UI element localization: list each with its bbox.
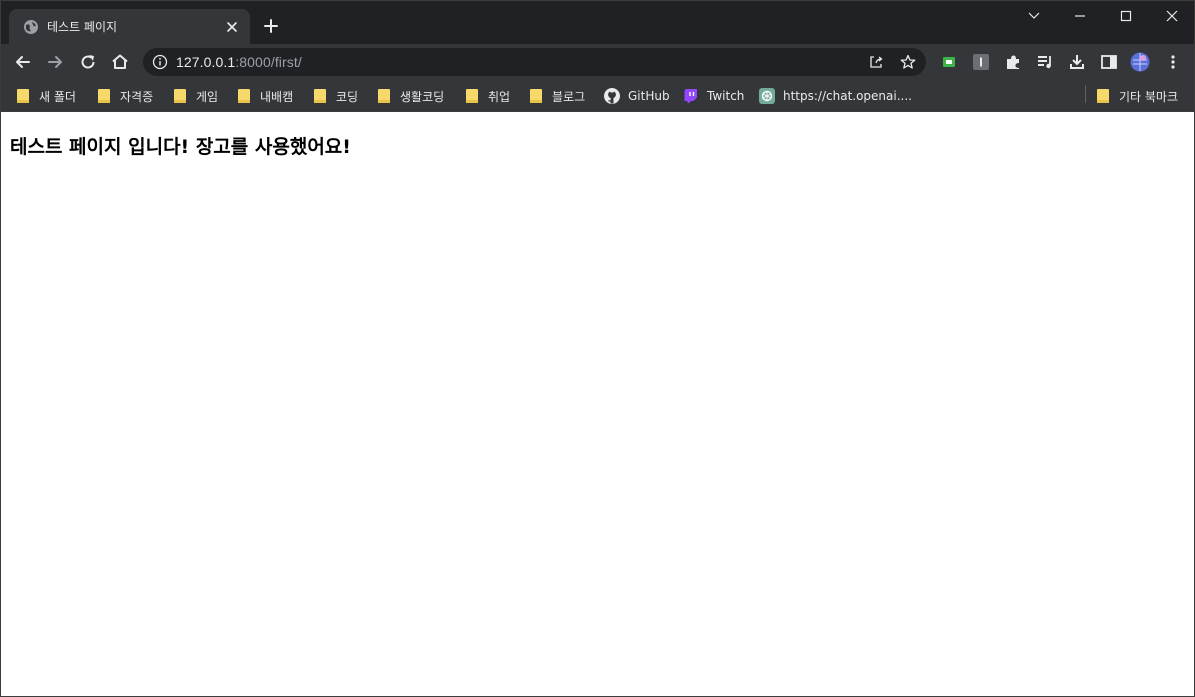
bookmark-item[interactable]: 게임: [172, 86, 218, 106]
site-info-icon[interactable]: [152, 54, 168, 70]
bookmark-item[interactable]: 코딩: [312, 86, 358, 106]
bookmark-star-icon[interactable]: [900, 54, 916, 70]
browser-window: 테스트 페이지 127.0.0.1:8000/first/ 새 폴더 자격증 게…: [0, 0, 1195, 697]
reload-icon[interactable]: [78, 52, 98, 72]
tab-title: 테스트 페이지: [47, 20, 118, 34]
folder-icon: [376, 88, 392, 104]
tab-search-icon[interactable]: [1011, 1, 1057, 31]
bookmark-item-twitch[interactable]: Twitch: [683, 86, 744, 106]
bookmark-label: 새 폴더: [39, 89, 76, 104]
forward-icon[interactable]: [45, 52, 65, 72]
bookmark-item[interactable]: 취업: [464, 86, 510, 106]
side-panel-icon[interactable]: [1099, 52, 1119, 72]
folder-icon: [312, 88, 328, 104]
toolbar: 127.0.0.1:8000/first/: [1, 44, 1194, 80]
bookmark-item-openai[interactable]: https://chat.openai....: [759, 86, 912, 106]
tab-strip: 테스트 페이지: [1, 1, 1194, 44]
bookmark-label: https://chat.openai....: [783, 89, 912, 103]
address-bar[interactable]: 127.0.0.1:8000/first/: [143, 48, 926, 76]
url-text: 127.0.0.1:8000/first/: [176, 54, 302, 70]
github-icon: [604, 88, 620, 104]
globe-icon: [23, 19, 39, 35]
bookmark-item[interactable]: 새 폴더: [15, 86, 76, 106]
new-tab-icon[interactable]: [262, 17, 280, 35]
page-viewport: 테스트 페이지 입니다! 장고를 사용했어요!: [1, 112, 1194, 696]
folder-icon: [464, 88, 480, 104]
openai-icon: [759, 88, 775, 104]
folder-icon: [528, 88, 544, 104]
profile-avatar-icon[interactable]: [1130, 52, 1150, 72]
url-host: 127.0.0.1: [176, 54, 236, 70]
bookmark-label: GitHub: [628, 89, 670, 103]
home-icon[interactable]: [110, 52, 130, 72]
reading-list-icon[interactable]: [1035, 52, 1055, 72]
close-window-icon[interactable]: [1149, 1, 1194, 31]
minimize-icon[interactable]: [1057, 1, 1103, 31]
twitch-icon: [683, 88, 699, 104]
bookmark-label: 코딩: [336, 89, 359, 104]
bookmark-item[interactable]: 자격증: [96, 86, 153, 106]
folder-icon: [172, 88, 188, 104]
maximize-icon[interactable]: [1103, 1, 1149, 31]
bookmarks-divider: [1085, 85, 1086, 103]
extension-i-icon[interactable]: [971, 52, 991, 72]
bookmark-label: 생활코딩: [400, 89, 445, 104]
bookmark-item-github[interactable]: GitHub: [604, 86, 670, 106]
menu-more-icon[interactable]: [1163, 52, 1183, 72]
bookmark-label: 자격증: [120, 89, 154, 104]
folder-icon: [96, 88, 112, 104]
close-tab-icon[interactable]: [223, 18, 241, 36]
url-path: :8000/first/: [235, 54, 302, 70]
back-icon[interactable]: [13, 52, 33, 72]
tab-active[interactable]: 테스트 페이지: [9, 9, 250, 44]
bookmark-label: 블로그: [552, 89, 586, 104]
bookmark-label: 기타 북마크: [1119, 89, 1179, 104]
share-icon[interactable]: [868, 54, 884, 70]
download-icon[interactable]: [1067, 52, 1087, 72]
page-heading: 테스트 페이지 입니다! 장고를 사용했어요!: [10, 136, 351, 158]
bookmark-label: 게임: [196, 89, 219, 104]
other-bookmarks[interactable]: 기타 북마크: [1095, 86, 1178, 106]
bookmark-label: Twitch: [707, 89, 745, 103]
bookmark-label: 취업: [488, 89, 511, 104]
extensions-puzzle-icon[interactable]: [1003, 52, 1023, 72]
bookmark-item[interactable]: 생활코딩: [376, 86, 444, 106]
bookmark-item[interactable]: 블로그: [528, 86, 585, 106]
bookmark-label: 내배캠: [260, 89, 294, 104]
extension-green-icon[interactable]: [939, 52, 959, 72]
folder-icon: [15, 88, 31, 104]
bookmarks-bar: 새 폴더 자격증 게임 내배캠 코딩 생활코딩 취업 블로그 GitHub Tw…: [1, 80, 1194, 112]
folder-icon: [236, 88, 252, 104]
bookmark-item[interactable]: 내배캠: [236, 86, 293, 106]
folder-icon: [1095, 88, 1111, 104]
